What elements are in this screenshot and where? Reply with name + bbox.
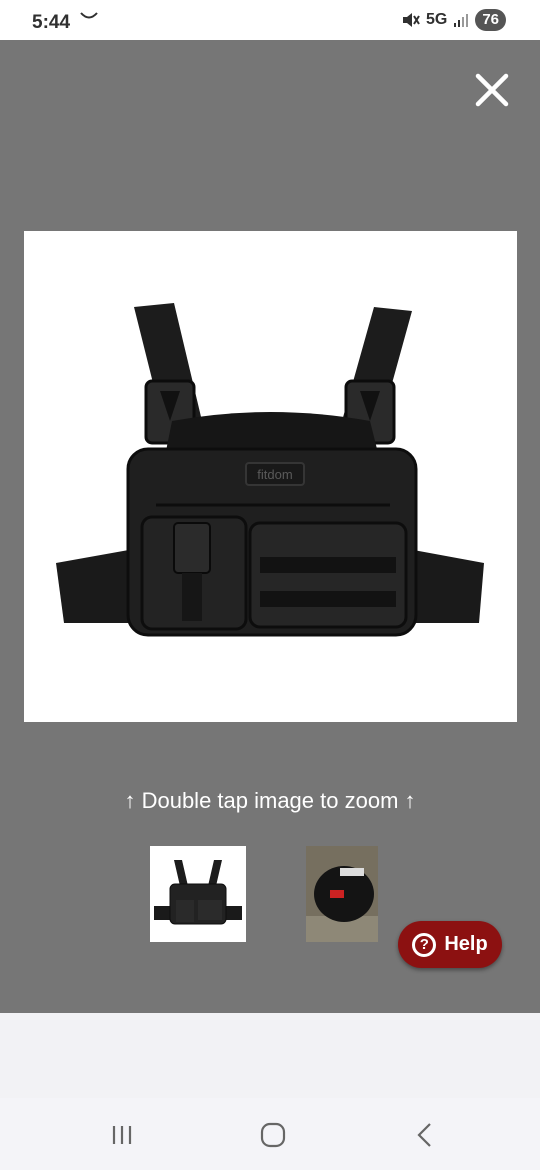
- notification-swoosh-icon: [80, 12, 98, 19]
- recents-icon[interactable]: [108, 1120, 138, 1150]
- mute-vibrate-icon: [402, 13, 420, 27]
- chest-rig-bag-image: fitdom: [56, 303, 484, 637]
- close-icon[interactable]: [470, 68, 514, 112]
- help-label: Help: [444, 933, 488, 955]
- help-button[interactable]: ? Help: [398, 921, 502, 968]
- home-icon[interactable]: [258, 1120, 288, 1150]
- thumbnail-2[interactable]: [306, 846, 378, 942]
- battery-badge: 76: [475, 9, 506, 31]
- zoom-hint: ↑ Double tap image to zoom ↑: [124, 788, 416, 813]
- bag-logo-text: fitdom: [257, 467, 292, 482]
- thumbnail-package-image: [306, 846, 378, 942]
- product-main-image[interactable]: fitdom: [24, 231, 517, 722]
- thumbnail-bag-image: [154, 860, 242, 925]
- question-icon: ?: [412, 932, 437, 957]
- system-nav-bar: [0, 1098, 540, 1170]
- status-time: 5:44: [32, 12, 71, 33]
- status-bar: 5:44 5G 76: [0, 0, 540, 40]
- signal-icon: [454, 14, 469, 27]
- thumbnail-1[interactable]: [150, 846, 246, 942]
- status-indicators: 5G 76: [400, 9, 506, 31]
- network-type: 5G: [425, 11, 448, 28]
- back-icon[interactable]: [410, 1120, 440, 1150]
